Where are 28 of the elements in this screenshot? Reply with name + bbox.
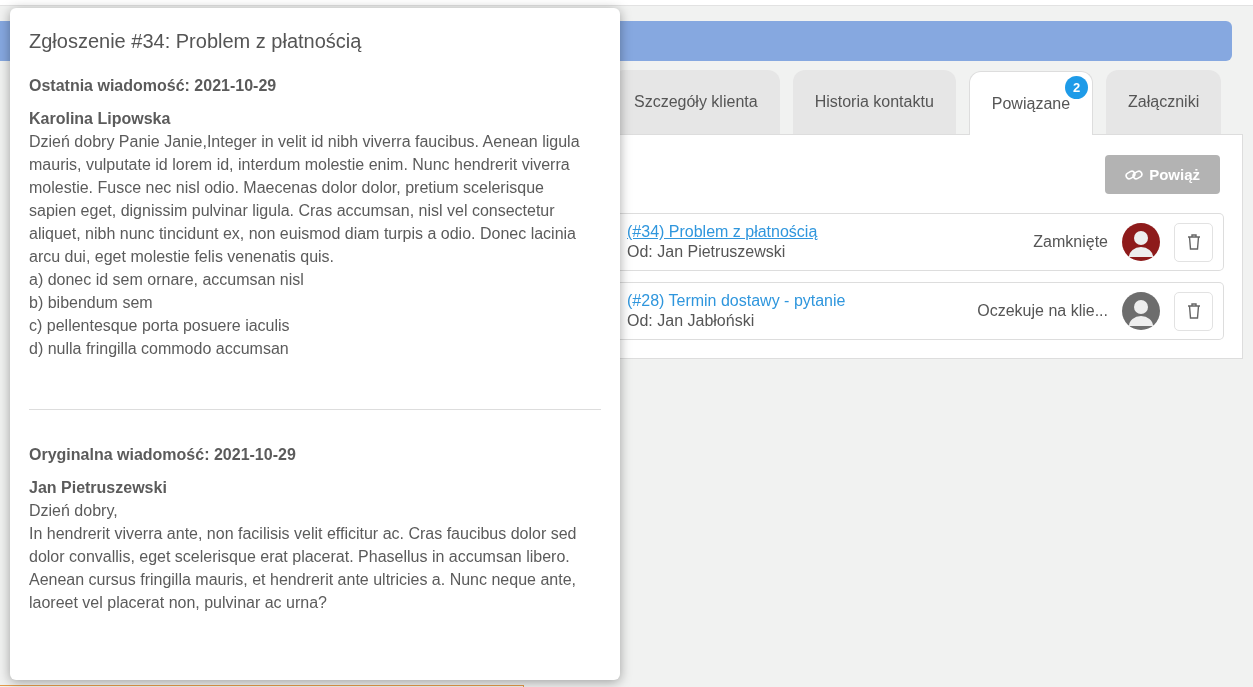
popover-title: Zgłoszenie #34: Problem z płatnością <box>29 30 363 53</box>
message-text: In hendrerit viverra ante, non facilisis velit efficitur ac. Cras faucibus dolor sed dolor convallis, eget scelerisque erat placerat. Phasellus in accumsan libero. <box>29 524 578 567</box>
message-heading: Oryginalna wiadomość: 2021-10-29 <box>29 446 297 464</box>
tab[interactable]: Załączniki <box>1106 70 1222 134</box>
message-text: c) pellentesque porta posuere iaculis <box>29 316 291 336</box>
tab[interactable]: Powiązane 2 <box>968 71 1094 135</box>
message-text: Dzień dobry, <box>29 501 119 521</box>
count-badge: 2 <box>1065 76 1089 99</box>
trash-icon <box>1186 303 1201 319</box>
ticket-link[interactable]: (#28) Termin dostawy - pytanie <box>627 292 978 310</box>
message-author: Jan Pietruszewski <box>29 478 168 498</box>
message-text: d) nulla fringilla commodo accumsan <box>29 339 290 359</box>
tab[interactable]: Historia kontaktu <box>792 70 956 134</box>
message-author: Karolina Lipowska <box>29 109 172 129</box>
ticket-sender: Od: Jan Pietruszewski <box>627 243 787 261</box>
message-heading: Ostatnia wiadomość: 2021-10-29 <box>29 77 278 95</box>
trash-icon <box>1186 234 1201 250</box>
ticket-link[interactable]: (#34) Problem z płatnością <box>627 223 1034 241</box>
delete-button[interactable] <box>1174 291 1213 331</box>
ticket-status: Oczekuje na klie... <box>977 302 1108 320</box>
message-text: Dzień dobry Panie Janie,Integer in velit id nibh viverra faucibus. Aenean ligula mauris, vulputate id lorem id, interdum molestie enim. Nunc hendrerit viverra molestie. Fusce nec nisl odio. Maecenas dolor dolor, pretium scelerisque sapien eget, dignissim pulvinar ligula. Cras accumsan, nisl vel consectetur aliquet, nibh nunc tincidunt ex, non euismod diam turpis a odio. Donec lacinia arcu dui, eget molestie felis venenatis quis. <box>29 132 580 267</box>
ticket-status: Zamknięte <box>1033 233 1108 251</box>
message-text: a) donec id sem ornare, accumsan nisl <box>29 270 305 290</box>
message-text: b) bibendum sem <box>29 293 154 313</box>
ticket-sender: Od: Jan Jabłoński <box>627 312 756 330</box>
delete-button[interactable] <box>1174 222 1213 262</box>
message-text: Aenean cursus fringilla mauris, et hendrerit ante ultricies a. Nunc neque ante, laoreet vel placerat non, pulvinar ac urna? <box>29 570 577 613</box>
link-icon <box>1125 167 1144 182</box>
